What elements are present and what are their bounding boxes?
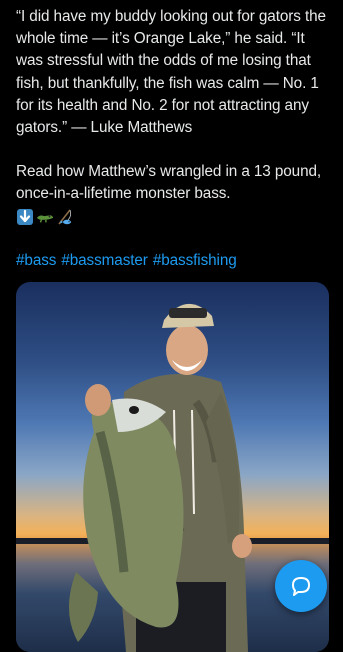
emoji-row (16, 206, 334, 228)
compose-button[interactable] (275, 560, 327, 612)
hashtag-bassfishing[interactable]: #bassfishing (153, 250, 237, 272)
post-paragraph-link-text: Read how Matthew’s wrangled in a 13 poun… (16, 163, 322, 203)
hashtag-list: #bass #bassmaster #bassfishing (16, 250, 334, 272)
hashtag-bass[interactable]: #bass (16, 250, 56, 272)
post-paragraph-quote: “I did have my buddy looking out for gat… (16, 8, 326, 137)
hashtag-bassmaster[interactable]: #bassmaster (61, 250, 148, 272)
post-text: “I did have my buddy looking out for gat… (16, 6, 334, 272)
down-arrow-icon (16, 208, 34, 226)
alligator-icon (36, 208, 54, 226)
compose-message-icon (292, 577, 310, 596)
fishing-icon (56, 208, 74, 226)
